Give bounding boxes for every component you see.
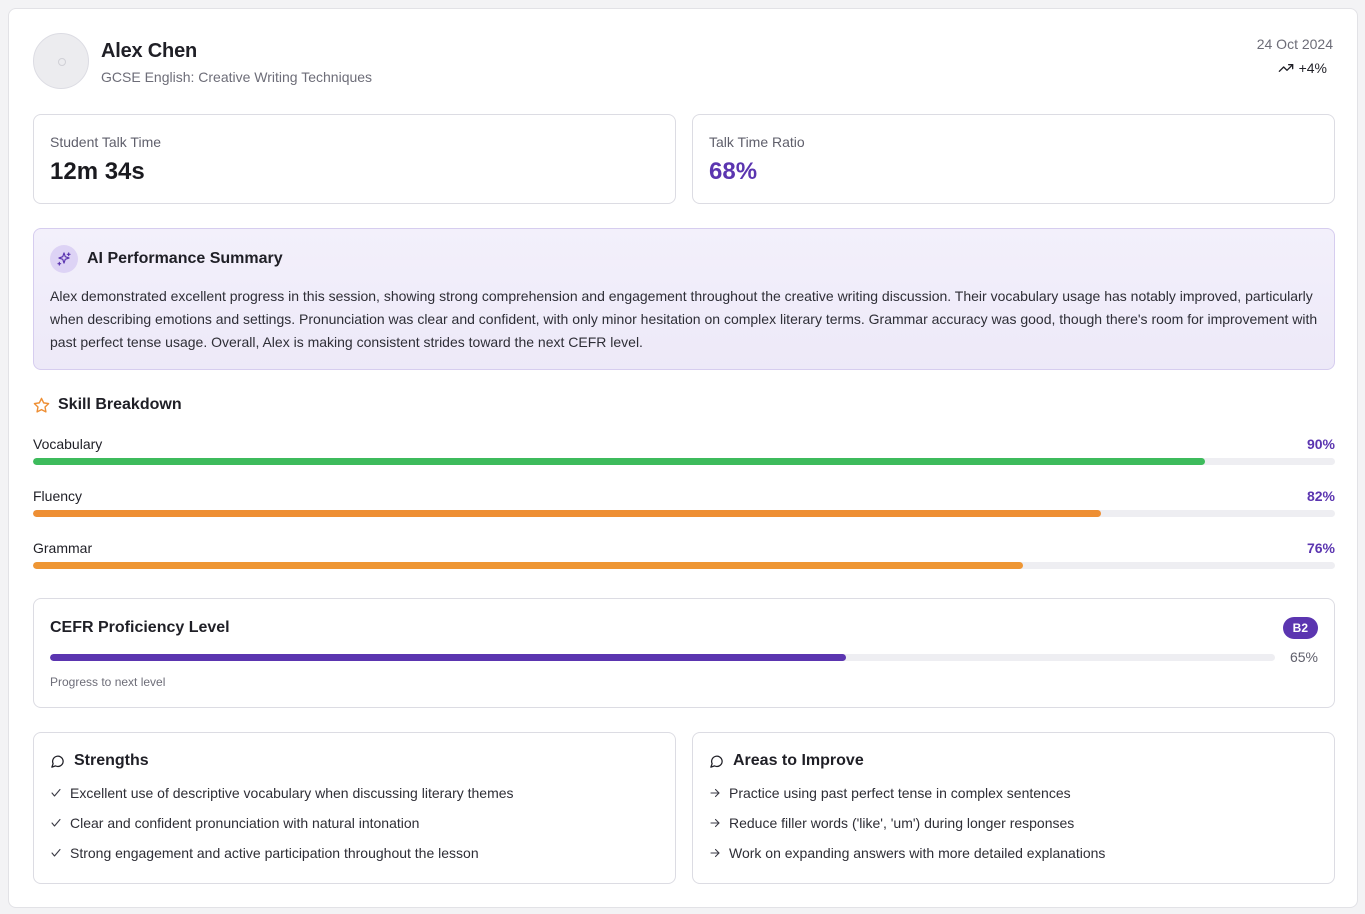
course-title: GCSE English: Creative Writing Technique… bbox=[101, 69, 373, 85]
list-item-text: Practice using past perfect tense in com… bbox=[729, 785, 1071, 801]
improve-title: Areas to Improve bbox=[733, 752, 864, 769]
talk-time-ratio-card: Talk Time Ratio 68% bbox=[692, 114, 1335, 204]
summary-text: Alex demonstrated excellent progress in … bbox=[50, 288, 1318, 350]
cefr-title: CEFR Proficiency Level bbox=[50, 619, 230, 636]
skill-track bbox=[33, 458, 1335, 465]
student-talk-time-card: Student Talk Time 12m 34s bbox=[33, 114, 676, 204]
cefr-level-badge: B2 bbox=[1282, 617, 1318, 639]
ai-summary-panel: AI Performance Summary Alex demonstrated… bbox=[33, 228, 1335, 370]
message-circle-icon bbox=[51, 755, 64, 768]
skill-name: Grammar bbox=[33, 540, 93, 556]
skill-percent: 76% bbox=[1306, 540, 1335, 556]
list-item-text: Reduce filler words ('like', 'um') durin… bbox=[729, 815, 1075, 831]
list-item-text: Excellent use of descriptive vocabulary … bbox=[70, 785, 514, 801]
cefr-progress-fill bbox=[50, 654, 847, 661]
list-item: Work on expanding answers with more deta… bbox=[709, 838, 1105, 868]
student-header: Alex Chen GCSE English: Creative Writing… bbox=[33, 33, 1333, 93]
report-card: Alex Chen GCSE English: Creative Writing… bbox=[8, 8, 1358, 908]
skill-breakdown-title: Skill Breakdown bbox=[58, 396, 182, 413]
arrow-right-icon bbox=[709, 787, 721, 799]
trend-value: +4% bbox=[1298, 60, 1327, 76]
skill-fill bbox=[33, 562, 1023, 569]
student-name: Alex Chen bbox=[101, 40, 198, 62]
skill-breakdown-heading: Skill Breakdown bbox=[33, 396, 182, 414]
strengths-heading: Strengths bbox=[50, 752, 149, 770]
message-circle-icon bbox=[710, 755, 723, 768]
check-icon bbox=[50, 817, 62, 829]
cefr-progress-track bbox=[50, 654, 1275, 661]
avatar bbox=[33, 33, 89, 89]
check-icon bbox=[50, 847, 62, 859]
skill-track bbox=[33, 510, 1335, 517]
skill-percent: 90% bbox=[1306, 436, 1335, 452]
star-icon bbox=[33, 397, 50, 413]
skill-fill bbox=[33, 510, 1101, 517]
skill-percent: 82% bbox=[1306, 488, 1335, 504]
areas-to-improve-card: Areas to Improve Practice using past per… bbox=[692, 732, 1335, 884]
skill-track bbox=[33, 562, 1335, 569]
session-date: 24 Oct 2024 bbox=[1256, 36, 1333, 52]
list-item: Excellent use of descriptive vocabulary … bbox=[50, 778, 514, 808]
list-item-text: Strong engagement and active participati… bbox=[70, 845, 479, 861]
improve-heading: Areas to Improve bbox=[709, 752, 864, 770]
improve-list: Practice using past perfect tense in com… bbox=[709, 785, 1105, 876]
trend-indicator: +4% bbox=[1278, 60, 1327, 76]
skill-vocabulary: Vocabulary 90% bbox=[33, 436, 1335, 476]
trending-up-icon bbox=[1278, 64, 1293, 72]
cefr-progress-percent: 65% bbox=[1289, 649, 1318, 665]
list-item: Reduce filler words ('like', 'um') durin… bbox=[709, 808, 1105, 838]
check-icon bbox=[50, 787, 62, 799]
sparkles-icon bbox=[50, 245, 78, 273]
list-item: Strong engagement and active participati… bbox=[50, 838, 514, 868]
strengths-list: Excellent use of descriptive vocabulary … bbox=[50, 785, 514, 876]
summary-title: AI Performance Summary bbox=[87, 250, 283, 267]
strengths-card: Strengths Excellent use of descriptive v… bbox=[33, 732, 676, 884]
skill-grammar: Grammar 76% bbox=[33, 540, 1335, 580]
cefr-progress-note: Progress to next level bbox=[50, 675, 166, 689]
skill-fill bbox=[33, 458, 1205, 465]
skill-fluency: Fluency 82% bbox=[33, 488, 1335, 528]
skill-name: Fluency bbox=[33, 488, 83, 504]
stat-value: 68% bbox=[709, 158, 758, 185]
list-item: Practice using past perfect tense in com… bbox=[709, 778, 1105, 808]
cefr-card: CEFR Proficiency Level B2 65% Progress t… bbox=[33, 598, 1335, 708]
skill-name: Vocabulary bbox=[33, 436, 103, 452]
arrow-right-icon bbox=[709, 847, 721, 859]
stat-label: Talk Time Ratio bbox=[709, 134, 805, 150]
list-item: Clear and confident pronunciation with n… bbox=[50, 808, 514, 838]
stat-value: 12m 34s bbox=[50, 158, 145, 185]
strengths-title: Strengths bbox=[74, 752, 149, 769]
list-item-text: Work on expanding answers with more deta… bbox=[729, 845, 1106, 861]
stat-label: Student Talk Time bbox=[50, 134, 162, 150]
list-item-text: Clear and confident pronunciation with n… bbox=[70, 815, 420, 831]
arrow-right-icon bbox=[709, 817, 721, 829]
